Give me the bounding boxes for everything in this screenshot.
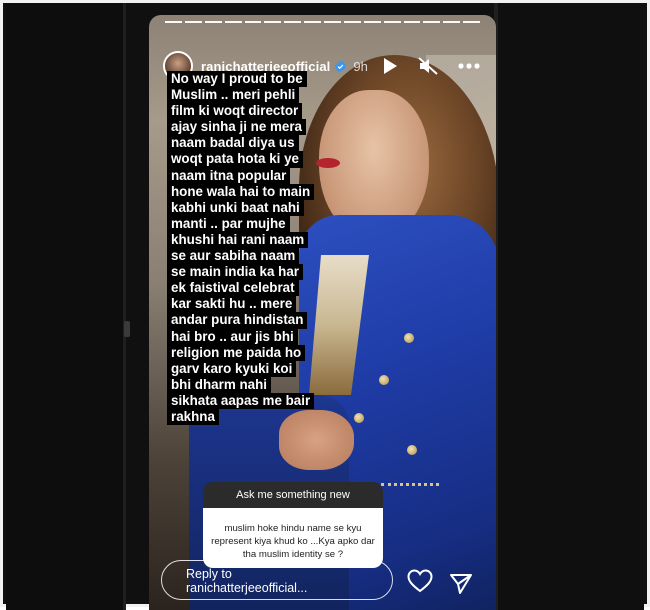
caption-line: sikhata aapas me bair bbox=[167, 392, 315, 409]
post-time: 9h bbox=[353, 58, 368, 74]
caption-line: khushi hai rani naam bbox=[167, 231, 309, 249]
caption-line: hai bro .. aur jis bhi bbox=[167, 328, 298, 345]
photo-chain bbox=[381, 483, 439, 492]
caption-line: ek faistival celebrat bbox=[167, 280, 299, 297]
progress-segment bbox=[284, 21, 302, 23]
more-options-icon[interactable] bbox=[458, 63, 480, 69]
photo-button bbox=[379, 375, 389, 385]
caption-line: naam itna popular bbox=[167, 167, 291, 184]
caption-line: ajay sinha ji ne mera bbox=[167, 119, 306, 136]
caption-line: bhi dharm nahi bbox=[167, 376, 271, 393]
send-icon[interactable] bbox=[449, 573, 473, 595]
progress-segment bbox=[383, 21, 401, 23]
progress-segment bbox=[403, 21, 421, 23]
caption-line: hone wala hai to main bbox=[167, 183, 315, 200]
story-viewer[interactable]: ranichatterjeeofficial 9h No way I proud… bbox=[149, 15, 496, 610]
photo-button bbox=[354, 413, 364, 423]
reply-input[interactable]: Reply to ranichatterjeeofficial... bbox=[161, 560, 393, 600]
caption-line: kar sakti hu .. mere bbox=[167, 296, 297, 313]
caption-line: se main india ka har bbox=[167, 264, 304, 281]
question-sticker-title: Ask me something new bbox=[203, 482, 383, 508]
caption-line: se aur sabiha naam bbox=[167, 248, 300, 265]
caption-line: naam badal diya us bbox=[167, 135, 299, 152]
left-divider bbox=[123, 3, 126, 610]
caption-line: film ki woqt director bbox=[167, 103, 303, 120]
caption-line: woqt pata hota ki ye bbox=[167, 151, 303, 168]
verified-badge-icon bbox=[335, 60, 347, 72]
question-sticker[interactable]: Ask me something new muslim hoke hindu n… bbox=[203, 482, 383, 572]
story-progress-bar bbox=[165, 21, 480, 23]
progress-segment bbox=[363, 21, 381, 23]
scroll-handle[interactable] bbox=[124, 321, 130, 337]
progress-segment bbox=[443, 21, 461, 23]
progress-segment bbox=[304, 21, 321, 23]
caption-line: rakhna bbox=[167, 408, 219, 426]
progress-segment bbox=[184, 21, 202, 23]
photo-button bbox=[407, 445, 417, 455]
progress-segment bbox=[463, 21, 480, 23]
right-panel bbox=[494, 3, 644, 610]
caption-line: kabhi unki baat nahi bbox=[167, 199, 304, 216]
speaker-muted-icon[interactable] bbox=[418, 57, 438, 75]
progress-segment bbox=[423, 21, 441, 23]
caption-line: andar pura hindistan bbox=[167, 312, 308, 329]
progress-segment bbox=[264, 21, 282, 23]
caption-line: Muslim .. meri pehli bbox=[167, 87, 300, 104]
caption-line: No way I proud to be bbox=[167, 71, 307, 88]
progress-segment bbox=[204, 21, 222, 23]
caption-line: garv karo kyuki koi bbox=[167, 360, 297, 377]
progress-segment bbox=[324, 21, 341, 23]
progress-segment bbox=[343, 21, 361, 23]
reply-placeholder-line2: ranichatterjeeofficial... bbox=[186, 581, 308, 595]
left-panel bbox=[6, 3, 130, 610]
caption-line: manti .. par mujhe bbox=[167, 215, 290, 232]
progress-segment bbox=[244, 21, 262, 23]
screenshot-frame: ranichatterjeeofficial 9h No way I proud… bbox=[0, 0, 650, 610]
heart-icon[interactable] bbox=[407, 569, 433, 593]
reply-placeholder-line1: Reply to bbox=[186, 567, 232, 581]
caption-line: religion me paida ho bbox=[167, 344, 306, 361]
progress-segment bbox=[165, 21, 182, 23]
photo-button bbox=[404, 333, 414, 343]
story-caption: No way I proud to be Muslim .. meri pehli… bbox=[167, 71, 327, 426]
play-icon[interactable] bbox=[382, 57, 398, 75]
question-sticker-question: muslim hoke hindu name se kyu represent … bbox=[203, 508, 383, 568]
progress-segment bbox=[224, 21, 242, 23]
